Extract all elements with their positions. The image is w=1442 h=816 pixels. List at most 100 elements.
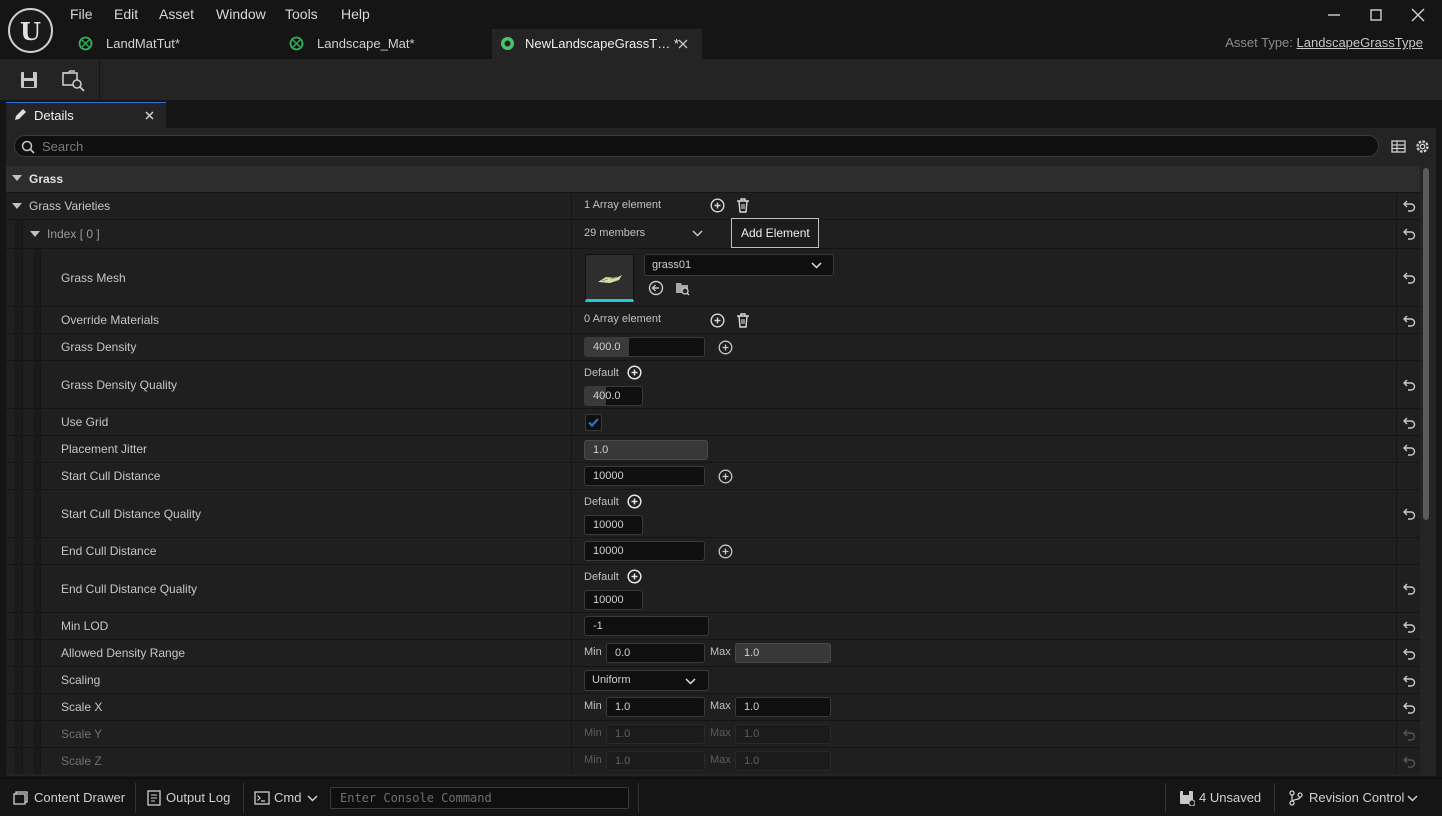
cmd-label: Cmd — [274, 790, 302, 805]
add-element-icon[interactable] — [710, 198, 725, 213]
property-matrix-icon[interactable] — [1391, 139, 1406, 154]
settings-gear-icon[interactable] — [1414, 138, 1431, 155]
delete-all-icon[interactable] — [736, 198, 750, 213]
reset-to-default-icon[interactable] — [1403, 621, 1416, 633]
add-element-icon[interactable] — [710, 313, 725, 328]
property-name: Start Cull Distance Quality — [61, 507, 202, 521]
add-quality-override-icon[interactable] — [718, 544, 733, 559]
indent-guide — [15, 463, 23, 489]
start-cull-distance-input[interactable]: 10000 — [584, 466, 705, 486]
use-selected-asset-icon[interactable] — [648, 280, 664, 296]
cmd-dropdown[interactable]: Cmd — [248, 779, 324, 816]
add-platform-override-icon[interactable] — [627, 569, 642, 584]
tab-label: NewLandscapeGrassT… * — [525, 36, 679, 51]
indent-guide — [15, 538, 23, 564]
mesh-thumbnail[interactable] — [585, 254, 634, 302]
delete-all-icon[interactable] — [736, 313, 750, 328]
category-grass[interactable]: Grass — [6, 166, 1420, 192]
indent-guide — [33, 361, 41, 408]
row-scaling: Scaling Uniform — [6, 666, 1420, 693]
add-quality-override-icon[interactable] — [718, 340, 733, 355]
expand-arrow-icon[interactable] — [30, 231, 40, 239]
indent-guide — [15, 490, 23, 537]
unsaved-button[interactable]: 4 Unsaved — [1170, 779, 1270, 816]
details-tab-label: Details — [34, 108, 74, 123]
menu-file[interactable]: File — [70, 6, 93, 22]
menu-window[interactable]: Window — [216, 6, 266, 22]
tab-landscape-mat[interactable]: Landscape_Mat* — [281, 29, 491, 59]
end-cull-distance-input[interactable]: 10000 — [584, 541, 705, 561]
scale-x-max-input[interactable]: 1.0 — [735, 697, 831, 717]
reset-cell — [1396, 463, 1420, 489]
density-min-input[interactable]: 0.0 — [606, 643, 705, 663]
reset-to-default-icon[interactable] — [1403, 417, 1416, 429]
revision-control-button[interactable]: Revision Control — [1280, 779, 1430, 816]
start-cull-quality-input[interactable]: 10000 — [584, 515, 643, 535]
reset-to-default-icon[interactable] — [1403, 508, 1416, 520]
maximize-icon[interactable] — [1366, 5, 1386, 25]
add-element-tooltip: Add Element — [731, 218, 819, 248]
row-start-cull-distance-quality: Start Cull Distance Quality Default 1000… — [6, 489, 1420, 537]
density-max-input[interactable]: 1.0 — [735, 643, 831, 663]
property-value: 10000 — [571, 538, 1396, 564]
unreal-logo-icon[interactable]: U — [8, 8, 53, 53]
scaling-dropdown[interactable]: Uniform — [584, 670, 709, 691]
use-grid-checkbox[interactable] — [585, 414, 602, 431]
browse-to-asset-icon[interactable] — [60, 67, 86, 93]
members-count: 29 members — [584, 227, 646, 239]
expand-arrow-icon — [12, 175, 22, 181]
mesh-picker-dropdown[interactable]: grass01 — [644, 254, 834, 276]
close-window-icon[interactable] — [1408, 5, 1428, 25]
add-platform-override-icon[interactable] — [627, 365, 642, 380]
material-icon — [289, 36, 304, 51]
reset-to-default-icon[interactable] — [1403, 583, 1416, 595]
property-name: Scaling — [61, 673, 101, 687]
reset-to-default-icon[interactable] — [1403, 379, 1416, 391]
asset-type-link[interactable]: LandscapeGrassType — [1297, 35, 1423, 50]
tab-new-landscape-grass-type[interactable]: NewLandscapeGrassT… * — [492, 29, 702, 59]
revision-control-label: Revision Control — [1309, 790, 1405, 805]
array-count: 0 Array element — [584, 313, 662, 325]
browse-asset-icon[interactable] — [674, 280, 690, 296]
reset-to-default-icon[interactable] — [1403, 315, 1416, 327]
row-start-cull-distance: Start Cull Distance 10000 — [6, 462, 1420, 489]
expand-arrow-icon[interactable] — [12, 203, 22, 211]
property-value: 29 members — [571, 220, 1396, 248]
reset-to-default-icon[interactable] — [1403, 675, 1416, 687]
add-quality-override-icon[interactable] — [718, 469, 733, 484]
menu-asset[interactable]: Asset — [159, 6, 194, 22]
property-value: Default 10000 — [571, 490, 1396, 537]
reset-to-default-icon[interactable] — [1403, 444, 1416, 456]
placement-jitter-input[interactable]: 1.0 — [584, 440, 708, 460]
scale-x-min-input[interactable]: 1.0 — [606, 697, 705, 717]
close-panel-icon[interactable] — [145, 111, 154, 120]
save-icon[interactable] — [16, 67, 42, 93]
content-drawer-button[interactable]: Content Drawer — [4, 779, 132, 816]
minimize-icon[interactable] — [1324, 5, 1344, 25]
row-scale-x: Scale X Min 1.0 Max 1.0 — [6, 693, 1420, 720]
close-tab-icon[interactable] — [678, 39, 688, 49]
grass-density-quality-input[interactable]: 400.0 — [584, 386, 643, 406]
menu-tools[interactable]: Tools — [285, 6, 318, 22]
max-label: Max — [710, 646, 731, 658]
reset-to-default-icon[interactable] — [1403, 648, 1416, 660]
property-value: grass01 — [571, 249, 1396, 306]
add-platform-override-icon[interactable] — [627, 494, 642, 509]
reset-to-default-icon[interactable] — [1403, 200, 1416, 212]
chevron-down-icon[interactable] — [692, 230, 703, 237]
reset-to-default-icon[interactable] — [1403, 702, 1416, 714]
console-command-input[interactable]: Enter Console Command — [330, 787, 629, 809]
grass-density-input[interactable]: 400.0 — [584, 337, 705, 357]
menu-edit[interactable]: Edit — [114, 6, 138, 22]
details-search-input[interactable]: Search — [14, 135, 1379, 157]
details-tab[interactable]: Details — [6, 102, 166, 128]
reset-to-default-icon[interactable] — [1403, 228, 1416, 240]
output-log-button[interactable]: Output Log — [140, 779, 238, 816]
details-scrollbar-thumb[interactable] — [1423, 168, 1429, 520]
reset-to-default-icon[interactable] — [1403, 272, 1416, 284]
end-cull-quality-input[interactable]: 10000 — [584, 590, 643, 610]
max-label: Max — [710, 754, 731, 766]
tab-landmattut[interactable]: LandMatTut* — [70, 29, 280, 59]
menu-help[interactable]: Help — [341, 6, 370, 22]
min-lod-input[interactable]: -1 — [584, 616, 709, 636]
